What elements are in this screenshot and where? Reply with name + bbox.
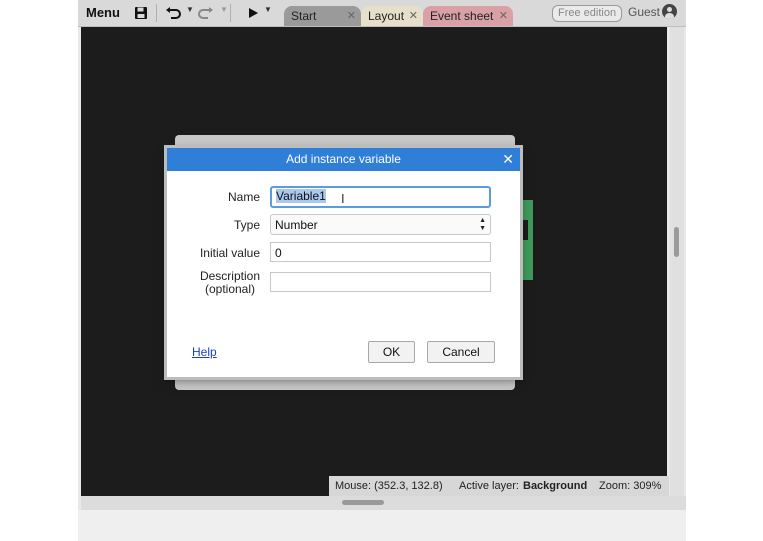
tab-layout-1[interactable]: Layout 1 ✕ — [361, 6, 423, 43]
description-label: Description (optional) — [200, 270, 260, 296]
play-dropdown-icon[interactable]: ▼ — [264, 5, 272, 14]
type-value: Number — [275, 218, 318, 232]
dialog-title: Add instance variable ✕ — [167, 148, 520, 171]
tab-start-page[interactable]: Start page ✕ — [284, 6, 361, 43]
tab-event-sheet-1[interactable]: Event sheet 1 ✕ — [423, 6, 513, 43]
cancel-button[interactable]: Cancel — [427, 341, 495, 363]
ok-button[interactable]: OK — [368, 341, 415, 363]
redo-icon[interactable] — [197, 3, 215, 23]
description-label-line: (optional) — [204, 282, 255, 296]
undo-dropdown-icon[interactable]: ▼ — [186, 5, 194, 14]
play-icon[interactable] — [245, 3, 261, 23]
name-field[interactable]: Variable1 — [270, 186, 491, 208]
type-select[interactable]: Number ▲ ▼ — [270, 214, 491, 235]
mouse-position: Mouse: (352.3, 132.8) — [335, 480, 443, 492]
active-layer-value: Background — [523, 480, 588, 492]
toolbar: Menu ▼ ▼ ▼ Start page ✕ Layout 1 ✕ Event… — [78, 0, 686, 43]
name-value: Variable1 — [276, 189, 326, 203]
select-arrows-icon: ▲ ▼ — [479, 217, 486, 232]
initial-value-field[interactable]: 0 — [270, 242, 491, 262]
menu-button[interactable]: Menu — [80, 2, 126, 23]
guest-label[interactable]: Guest — [628, 5, 660, 19]
close-icon[interactable]: ✕ — [347, 6, 356, 26]
close-icon[interactable]: ✕ — [502, 148, 514, 171]
zoom-level: Zoom: 309% — [599, 480, 662, 492]
user-icon[interactable] — [662, 4, 677, 19]
initial-value-label: Initial value — [199, 246, 260, 260]
free-edition-badge[interactable]: Free edition — [552, 5, 623, 22]
toolbar-divider — [156, 4, 157, 22]
initial-value: 0 — [275, 246, 282, 260]
close-icon[interactable]: ✕ — [499, 6, 508, 26]
active-layer-label: Active layer: — [459, 480, 519, 492]
horizontal-scrollbar[interactable] — [81, 496, 686, 510]
text-cursor-icon: Ι — [341, 191, 345, 206]
scrollbar-thumb[interactable] — [342, 500, 384, 505]
status-bar: Mouse: (352.3, 132.8) Active layer: Back… — [329, 476, 669, 496]
type-label: Type — [233, 218, 260, 232]
add-instance-variable-dialog: Add instance variable ✕ Name Variable1 Ι… — [167, 148, 520, 377]
vertical-scrollbar[interactable] — [670, 27, 684, 497]
bottom-panel — [78, 510, 686, 541]
name-label: Name — [227, 190, 260, 204]
close-icon[interactable]: ✕ — [409, 6, 418, 26]
scrollbar-thumb[interactable] — [674, 227, 679, 257]
description-field[interactable] — [270, 272, 491, 292]
save-icon[interactable] — [132, 3, 150, 23]
redo-dropdown-icon[interactable]: ▼ — [220, 5, 228, 14]
toolbar-divider — [230, 4, 231, 22]
sprite-object[interactable] — [519, 200, 533, 280]
help-link[interactable]: Help — [192, 345, 217, 359]
dialog-title-text: Add instance variable — [286, 152, 401, 166]
undo-icon[interactable] — [164, 3, 182, 23]
